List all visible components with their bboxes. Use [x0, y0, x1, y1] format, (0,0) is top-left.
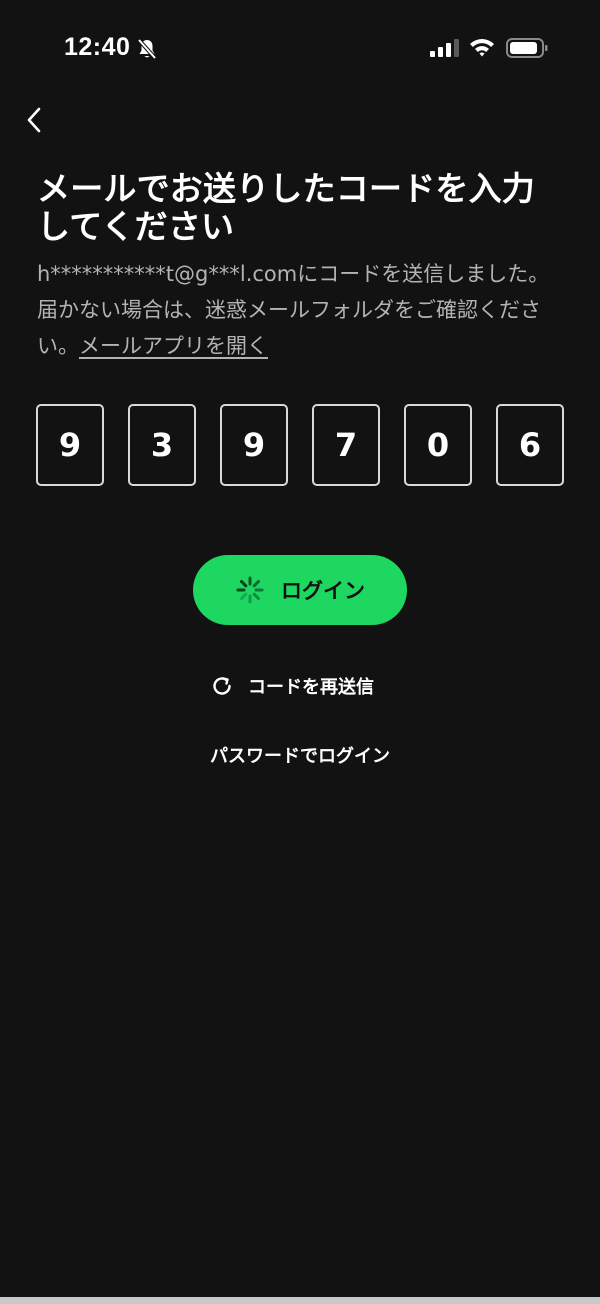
home-indicator-bar [0, 1297, 600, 1304]
status-bar: 12:40 [0, 0, 600, 96]
code-digit-box[interactable]: 6 [496, 404, 564, 486]
password-login-button[interactable]: パスワードでログイン [0, 741, 600, 773]
resend-code-label: コードを再送信 [248, 677, 374, 698]
code-digit-box[interactable]: 9 [220, 404, 288, 486]
resend-code-button[interactable]: コードを再送信 [210, 670, 374, 702]
code-digit-box[interactable]: 9 [36, 404, 104, 486]
back-button[interactable] [14, 100, 54, 140]
bell-slash-icon [137, 38, 157, 60]
code-digit-box[interactable]: 3 [128, 404, 196, 486]
status-time: 12:40 [64, 33, 131, 61]
code-digit-box[interactable]: 7 [312, 404, 380, 486]
open-mail-app-link[interactable]: メールアプリを開く [79, 334, 268, 358]
wifi-icon [470, 39, 494, 57]
description-text: h***********t@g***l.comにコードを送信しました。届かない場… [37, 256, 567, 364]
login-button[interactable]: ログイン [193, 555, 407, 625]
page-title: メールでお送りしたコードを入力してください [37, 169, 535, 246]
login-button-label: ログイン [281, 579, 365, 603]
refresh-icon [213, 677, 231, 695]
code-digit-box[interactable]: 0 [404, 404, 472, 486]
chevron-left-icon [27, 107, 41, 133]
cellular-signal-icon [430, 39, 459, 57]
verification-code-input[interactable]: 9 3 9 7 0 6 [36, 404, 566, 486]
battery-icon [506, 38, 548, 58]
loading-spinner-icon [236, 576, 264, 604]
